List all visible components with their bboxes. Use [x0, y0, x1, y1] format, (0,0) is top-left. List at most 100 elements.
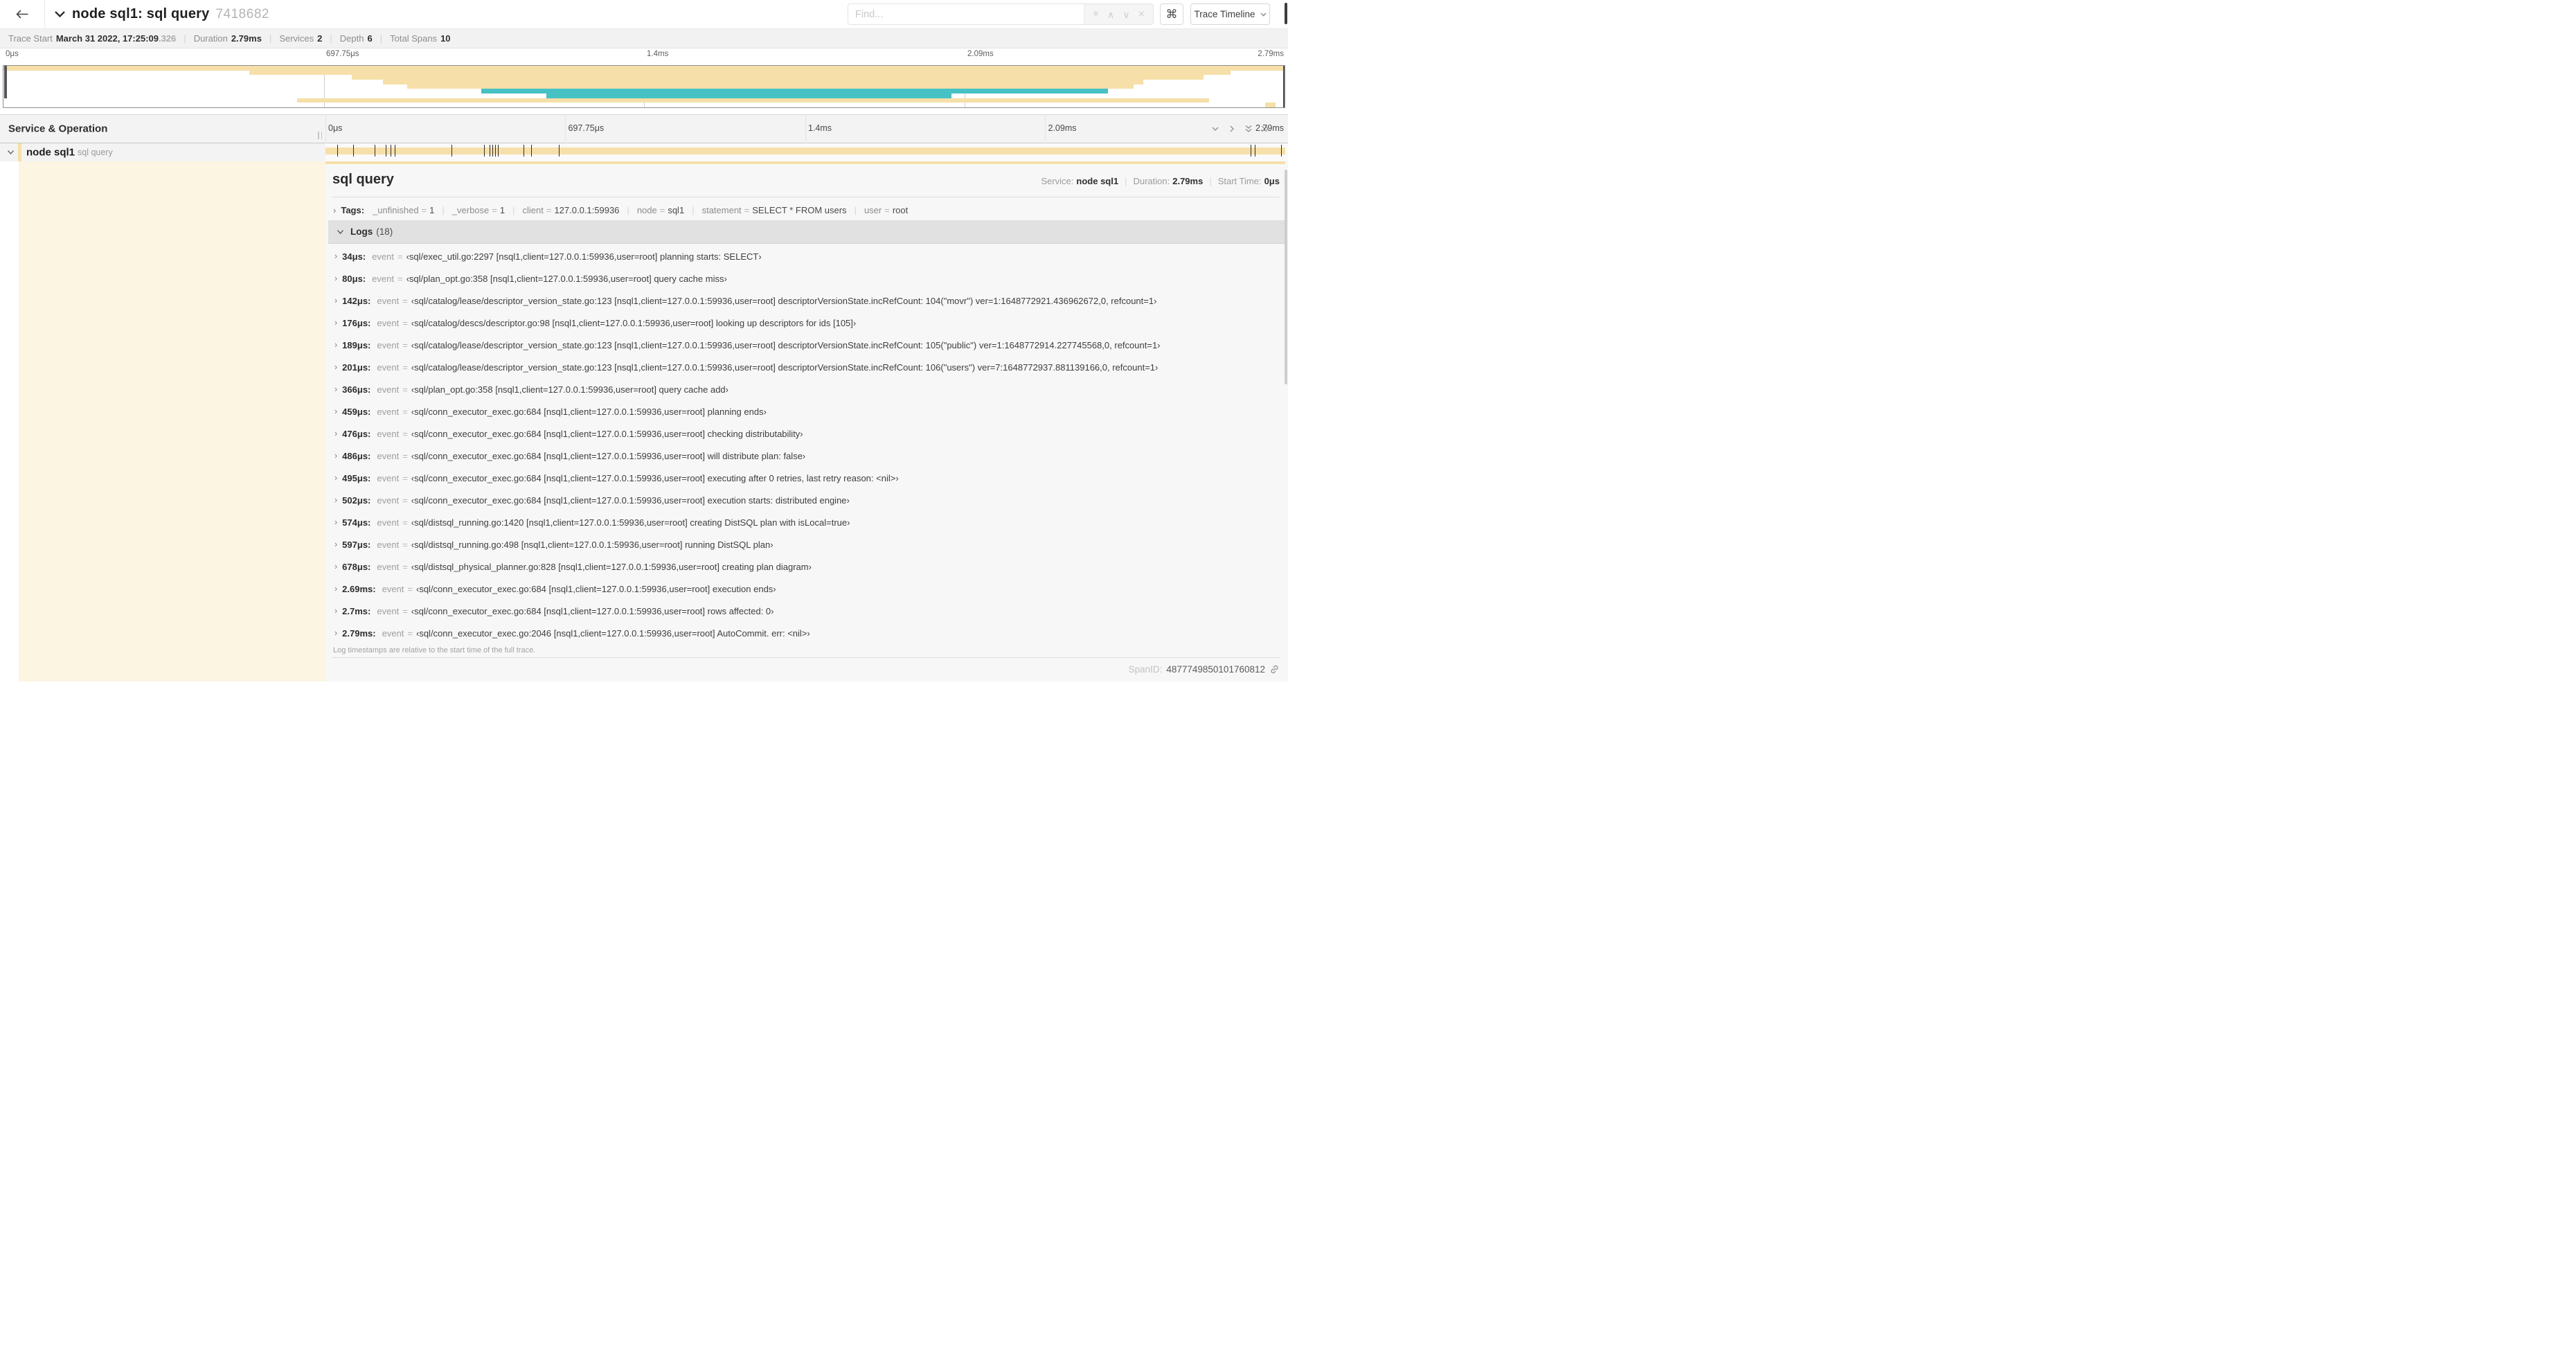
- keyboard-shortcuts-button[interactable]: ⌘: [1160, 3, 1183, 25]
- log-entry[interactable]: › 176μs: event = ‹sql/catalog/descs/descript…: [334, 312, 1281, 334]
- log-value: ‹sql/conn_executor_exec.go:2046 [nsql1,c…: [416, 627, 810, 639]
- minimap-right-scrubber[interactable]: [1283, 66, 1285, 107]
- log-value: ‹sql/catalog/lease/descriptor_version_st…: [411, 295, 1157, 306]
- tags-row[interactable]: › Tags: _unfinished=1 _verbose=1 client=…: [333, 202, 908, 217]
- detail-scrollbar-thumb[interactable]: [1285, 170, 1287, 384]
- chevron-right-icon[interactable]: ›: [334, 628, 337, 638]
- log-value: ‹sql/distsql_physical_planner.go:828 [ns…: [411, 561, 812, 572]
- view-selector-button[interactable]: Trace Timeline: [1190, 3, 1270, 25]
- chevron-right-icon[interactable]: ›: [334, 584, 337, 594]
- logs-header[interactable]: Logs (18): [328, 220, 1285, 244]
- log-timestamp: 495μs:: [342, 472, 371, 483]
- log-timestamp: 189μs:: [342, 339, 371, 350]
- trace-timeline-page: node sql1: sql query 7418682 ⌖ ∧ ∨ × ⌘ T…: [0, 0, 1288, 682]
- log-entry[interactable]: › 2.7ms: event = ‹sql/conn_executor_exec.go:…: [334, 600, 1281, 622]
- log-entry[interactable]: › 34μs: event = ‹sql/exec_util.go:2297 [nsql…: [334, 245, 1281, 267]
- log-field-key: event: [382, 627, 404, 639]
- log-tick: [337, 145, 338, 157]
- log-field-key: event: [377, 428, 400, 439]
- log-equals: =: [402, 472, 408, 483]
- chevron-down-icon[interactable]: [54, 10, 66, 18]
- span-service-name: node sql1: [26, 146, 75, 159]
- chevron-right-icon[interactable]: ›: [334, 407, 337, 416]
- log-tick: [492, 145, 494, 157]
- chevron-right-icon[interactable]: ›: [334, 540, 337, 549]
- next-result-icon[interactable]: ∨: [1122, 10, 1129, 19]
- chevron-right-icon[interactable]: ›: [334, 429, 337, 438]
- chevron-right-icon[interactable]: ›: [334, 318, 337, 328]
- log-value: ‹sql/conn_executor_exec.go:684 [nsql1,cl…: [416, 583, 776, 594]
- span-duration-bar[interactable]: [325, 147, 1285, 154]
- log-timestamp: 459μs:: [342, 406, 371, 417]
- log-value: ‹sql/plan_opt.go:358 [nsql1,client=127.0…: [411, 384, 728, 395]
- log-entry[interactable]: › 189μs: event = ‹sql/catalog/lease/descript…: [334, 334, 1281, 356]
- log-equals: =: [402, 450, 408, 461]
- summary-item: Duration2.79ms: [176, 33, 262, 44]
- deep-link-icon[interactable]: [1269, 664, 1280, 675]
- log-entry[interactable]: › 2.69ms: event = ‹sql/conn_executor_exec.go…: [334, 578, 1281, 600]
- log-entry[interactable]: › 574μs: event = ‹sql/distsql_running.go:142…: [334, 511, 1281, 533]
- span-duration-strip: [325, 161, 1285, 164]
- minimap-canvas[interactable]: [3, 65, 1285, 108]
- chevron-right-icon[interactable]: ›: [334, 274, 337, 283]
- log-entry[interactable]: › 486μs: event = ‹sql/conn_executor_exec.go:…: [334, 445, 1281, 467]
- log-value: ‹sql/catalog/descs/descriptor.go:98 [nsq…: [411, 317, 857, 328]
- minimap-span-bar: [296, 98, 1209, 103]
- log-entry[interactable]: › 476μs: event = ‹sql/conn_executor_exec.go:…: [334, 422, 1281, 445]
- log-entry[interactable]: › 2.79ms: event = ‹sql/conn_executor_exec.go…: [334, 622, 1281, 644]
- log-entry[interactable]: › 597μs: event = ‹sql/distsql_running.go:498…: [334, 533, 1281, 555]
- tags-list: _unfinished=1 _verbose=1 client=127.0.0.…: [373, 205, 908, 215]
- find-input[interactable]: [848, 4, 1084, 24]
- log-equals: =: [402, 561, 408, 572]
- chevron-right-icon[interactable]: ›: [334, 473, 337, 483]
- chevron-down-icon[interactable]: [7, 150, 15, 155]
- clear-search-icon[interactable]: ×: [1138, 8, 1145, 20]
- chevron-right-icon[interactable]: ›: [334, 362, 337, 372]
- log-entry[interactable]: › 366μs: event = ‹sql/plan_opt.go:358 [nsql1…: [334, 378, 1281, 400]
- span-row-timeline-cell[interactable]: [325, 143, 1288, 161]
- log-entry[interactable]: › 495μs: event = ‹sql/conn_executor_exec.go:…: [334, 467, 1281, 489]
- focus-target-icon[interactable]: ⌖: [1093, 8, 1099, 20]
- log-field-key: event: [377, 339, 400, 350]
- tick-label: 697.75μs: [326, 50, 359, 58]
- log-entry[interactable]: › 80μs: event = ‹sql/plan_opt.go:358 [nsql1,…: [334, 267, 1281, 289]
- log-value: ‹sql/exec_util.go:2297 [nsql1,client=127…: [406, 251, 762, 262]
- chevron-right-icon[interactable]: ›: [333, 205, 336, 215]
- log-value: ‹sql/conn_executor_exec.go:684 [nsql1,cl…: [411, 406, 767, 417]
- column-resizer-grip[interactable]: [318, 132, 322, 139]
- span-id-label: SpanID:: [1128, 664, 1163, 675]
- log-entry[interactable]: › 678μs: event = ‹sql/distsql_physical_plann…: [334, 555, 1281, 578]
- chevron-right-icon[interactable]: ›: [334, 562, 337, 571]
- chevron-right-icon[interactable]: ›: [334, 517, 337, 527]
- log-timestamp: 2.7ms:: [342, 605, 371, 616]
- log-field-key: event: [377, 605, 400, 616]
- prev-result-icon[interactable]: ∧: [1107, 10, 1114, 19]
- detail-operation-title: sql query: [332, 172, 394, 187]
- chevron-right-icon[interactable]: ›: [334, 251, 337, 261]
- chevron-down-icon[interactable]: [337, 229, 344, 235]
- summary-item: Trace Start March 31 2022, 17:25:09.326: [8, 33, 176, 44]
- chevron-right-icon[interactable]: ›: [334, 296, 337, 305]
- log-entry[interactable]: › 201μs: event = ‹sql/catalog/lease/descript…: [334, 356, 1281, 378]
- minimap-left-scrubber[interactable]: [4, 66, 7, 98]
- view-selector-label: Trace Timeline: [1194, 9, 1255, 19]
- chevron-right-icon[interactable]: ›: [334, 340, 337, 350]
- log-entry[interactable]: › 502μs: event = ‹sql/conn_executor_exec.go:…: [334, 489, 1281, 511]
- summary-item: Total Spans10: [373, 33, 450, 44]
- log-entry[interactable]: › 142μs: event = ‹sql/catalog/lease/descript…: [334, 289, 1281, 312]
- find-controls: ⌖ ∧ ∨ ×: [1084, 4, 1153, 24]
- tick-label: 0μs: [6, 50, 19, 58]
- tag-key: _verbose: [451, 204, 490, 215]
- span-row-name-cell[interactable]: node sql1 sql query: [0, 143, 325, 161]
- back-button[interactable]: [0, 0, 45, 28]
- chevron-right-icon[interactable]: ›: [334, 606, 337, 616]
- summary-label: Duration: [193, 33, 228, 44]
- log-entry[interactable]: › 459μs: event = ‹sql/conn_executor_exec.go:…: [334, 400, 1281, 422]
- chevron-right-icon[interactable]: ›: [334, 495, 337, 505]
- chevron-right-icon[interactable]: ›: [334, 451, 337, 461]
- log-field-key: event: [377, 317, 400, 328]
- chevron-right-icon[interactable]: ›: [334, 384, 337, 394]
- minimap-span-bar: [406, 84, 1134, 89]
- page-scrollbar-thumb[interactable]: [1285, 3, 1287, 24]
- tag-item: _verbose=1: [434, 205, 505, 215]
